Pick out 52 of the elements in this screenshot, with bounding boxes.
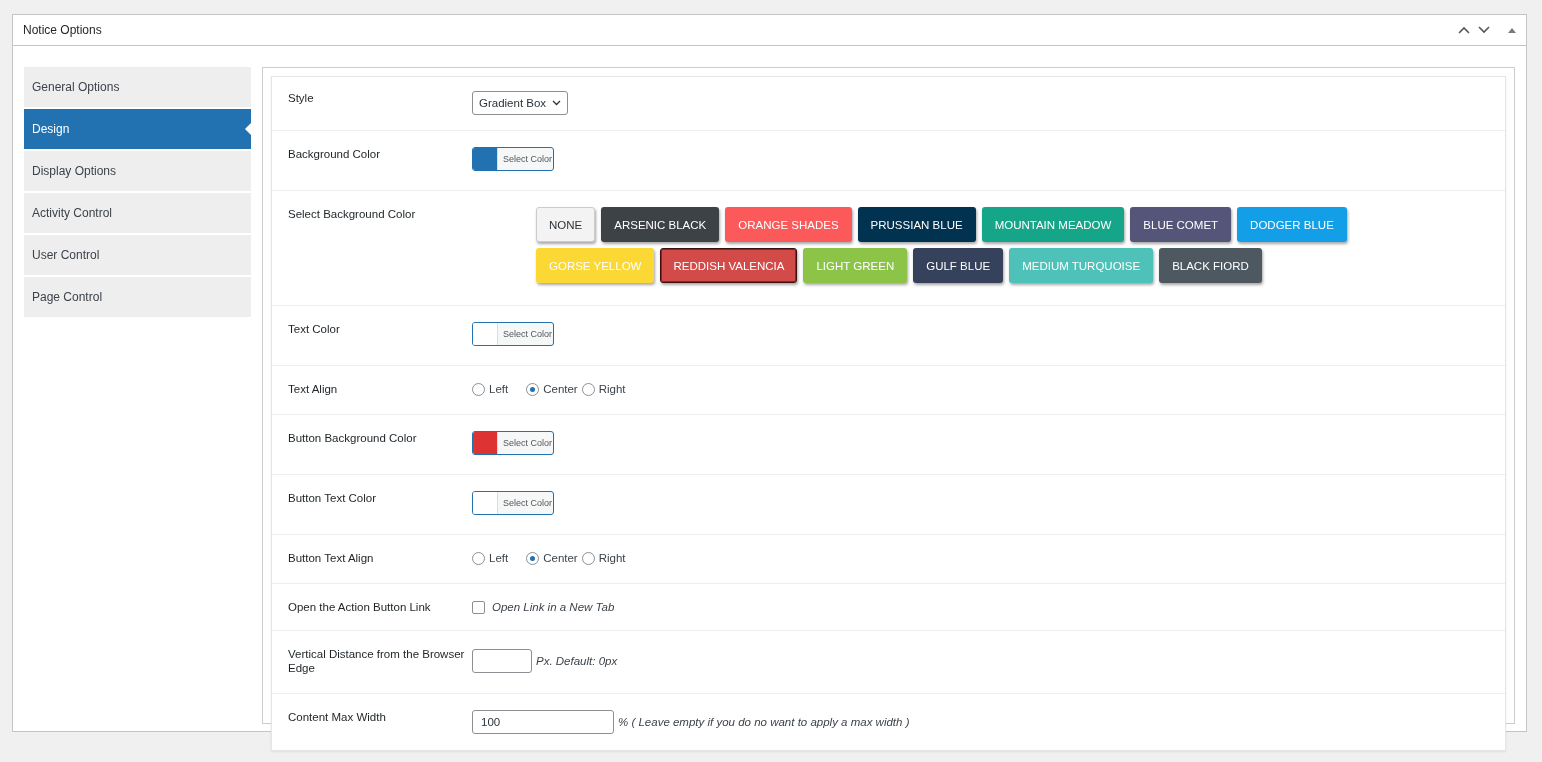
hint-text: % ( Leave empty if you do no want to apply a max width ) (618, 716, 910, 728)
checkbox[interactable] (472, 600, 485, 614)
color-picker-button[interactable]: Select Color (472, 491, 554, 515)
radio-label[interactable]: Right (598, 552, 626, 564)
color-swatch-button[interactable]: BLACK FIORD (1159, 248, 1262, 283)
radio-label[interactable]: Center (543, 383, 578, 395)
sidebar-tab[interactable]: User Control (24, 235, 251, 275)
chevron-down-icon (552, 100, 562, 106)
max-width-input[interactable]: 100 (472, 710, 614, 734)
checkbox-label[interactable]: Open Link in a New Tab (492, 601, 615, 613)
field-label: Open the Action Button Link (288, 600, 432, 614)
field-label: Button Text Color (288, 491, 377, 506)
radio-label[interactable]: Center (543, 552, 578, 564)
color-picker-button[interactable]: Select Color (472, 322, 554, 346)
field-label: Select Background Color (288, 207, 417, 222)
color-swatch-button[interactable]: ARSENIC BLACK (601, 207, 720, 242)
color-swatch-button[interactable]: GULF BLUE (913, 248, 1004, 283)
sidebar-tab[interactable]: Display Options (24, 151, 251, 191)
color-swatch-button[interactable]: NONE (536, 207, 596, 242)
radio-button[interactable] (526, 382, 540, 396)
panel-title: Notice Options (23, 23, 103, 37)
field-label: Vertical Distance from the Browser Edge (288, 647, 466, 675)
sidebar-tab[interactable]: Page Control (24, 277, 251, 317)
chevron-down-icon[interactable] (1478, 26, 1490, 34)
chevron-up-icon[interactable] (1458, 26, 1470, 34)
distance-input[interactable] (472, 649, 532, 673)
field-label: Content Max Width (288, 710, 387, 725)
field-label: Text Align (288, 382, 339, 396)
field-label: Text Color (288, 322, 341, 337)
style-dropdown[interactable]: Gradient Box (472, 91, 569, 115)
color-swatch-button[interactable]: BLUE COMET (1130, 207, 1232, 242)
field-label: Style (288, 91, 315, 106)
radio-button[interactable] (581, 551, 595, 565)
sidebar-tab[interactable]: General Options (24, 67, 251, 107)
color-picker-button[interactable]: Select Color (472, 147, 554, 171)
color-picker-button[interactable]: Select Color (472, 431, 554, 455)
radio-button[interactable] (472, 551, 485, 565)
triangle-up-icon[interactable] (1508, 27, 1516, 33)
radio-label[interactable]: Left (489, 552, 509, 564)
radio-label[interactable]: Left (489, 383, 509, 395)
field-label: Button Background Color (288, 431, 418, 446)
radio-button[interactable] (472, 382, 485, 396)
radio-button[interactable] (526, 551, 540, 565)
color-swatch-button[interactable]: REDDISH VALENCIA (660, 248, 798, 283)
field-label: Button Text Align (288, 551, 375, 565)
radio-button[interactable] (581, 382, 595, 396)
hint-text: Px. Default: 0px (536, 655, 618, 667)
sidebar-tab[interactable]: Activity Control (24, 193, 251, 233)
sidebar-tab[interactable]: Design (24, 109, 251, 149)
color-swatch-button[interactable]: PRUSSIAN BLUE (857, 207, 976, 242)
field-label: Background Color (288, 147, 382, 162)
radio-label[interactable]: Right (598, 383, 626, 395)
